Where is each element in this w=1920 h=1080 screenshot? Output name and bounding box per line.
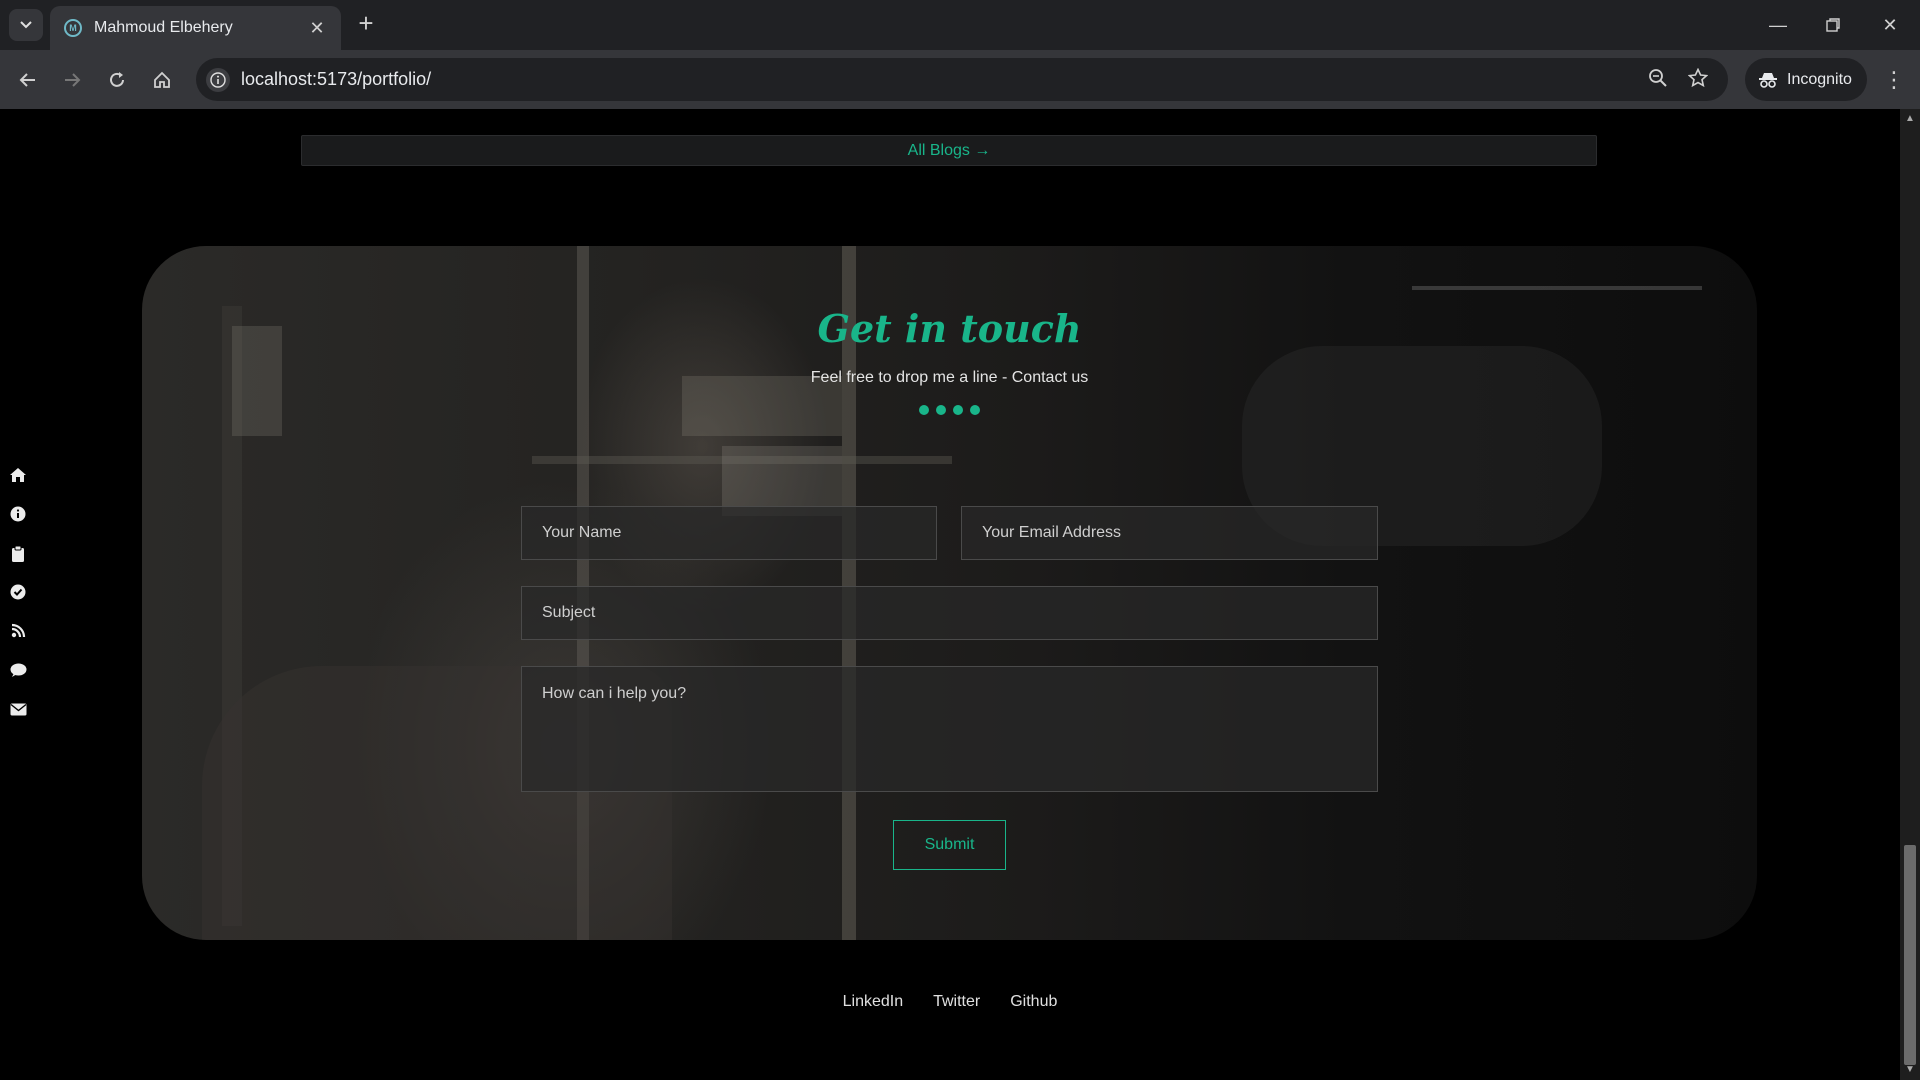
contact-subheading: Feel free to drop me a line - Contact us: [810, 369, 1089, 386]
incognito-indicator[interactable]: Incognito: [1745, 58, 1867, 101]
home-icon[interactable]: [146, 64, 178, 96]
forward-arrow-icon[interactable]: [56, 64, 88, 96]
tab-search-button[interactable]: [9, 9, 43, 41]
email-field[interactable]: Your Email Address: [961, 506, 1378, 560]
twitter-link[interactable]: Twitter: [933, 993, 980, 1011]
bookmark-star-icon[interactable]: [1687, 67, 1709, 93]
incognito-label: Incognito: [1787, 70, 1852, 88]
subject-field[interactable]: Subject: [521, 586, 1378, 640]
linkedin-link[interactable]: LinkedIn: [843, 993, 904, 1011]
submit-button[interactable]: Submit: [893, 820, 1006, 870]
side-navigation: [9, 466, 29, 739]
comment-icon[interactable]: [9, 661, 27, 679]
new-tab-button[interactable]: +: [352, 10, 380, 38]
scroll-up-arrow-icon[interactable]: ▲: [1905, 113, 1915, 124]
check-circle-icon[interactable]: [9, 583, 27, 601]
minimize-icon[interactable]: —: [1756, 8, 1800, 42]
site-info-icon[interactable]: [206, 68, 230, 92]
envelope-icon[interactable]: [9, 700, 27, 718]
reload-icon[interactable]: [101, 64, 133, 96]
zoom-icon[interactable]: [1648, 68, 1668, 93]
dot: [936, 405, 946, 415]
clipboard-icon[interactable]: [9, 544, 27, 562]
page-viewport: All Blogs → Get in touch Feel free to dr…: [0, 109, 1900, 1080]
footer-links: LinkedIn Twitter Github: [0, 993, 1900, 1011]
browser-menu-icon[interactable]: ⋮: [1880, 64, 1908, 96]
browser-toolbar: localhost:5173/portfolio/ Incognito ⋮: [0, 50, 1920, 109]
dot: [919, 405, 929, 415]
dot: [953, 405, 963, 415]
tab-title: Mahmoud Elbehery: [94, 19, 233, 36]
github-link[interactable]: Github: [1010, 993, 1057, 1011]
browser-tab[interactable]: M Mahmoud Elbehery ✕: [50, 6, 341, 50]
contact-content: Get in touch Feel free to drop me a line…: [142, 246, 1757, 940]
url-text[interactable]: localhost:5173/portfolio/: [241, 69, 431, 90]
close-window-icon[interactable]: ✕: [1868, 8, 1912, 42]
contact-heading: Get in touch: [817, 306, 1082, 351]
tab-close-icon[interactable]: ✕: [307, 18, 327, 39]
decorative-dots: [919, 405, 980, 415]
home-icon[interactable]: [9, 466, 27, 484]
back-arrow-icon[interactable]: [12, 64, 44, 96]
dot: [970, 405, 980, 415]
restore-icon[interactable]: [1811, 8, 1855, 42]
message-textarea[interactable]: How can i help you?: [521, 666, 1378, 792]
contact-section: Get in touch Feel free to drop me a line…: [142, 246, 1757, 940]
all-blogs-button[interactable]: All Blogs →: [301, 135, 1597, 166]
blog-icon[interactable]: [9, 622, 27, 640]
browser-tab-bar: M Mahmoud Elbehery ✕ + — ✕: [0, 0, 1920, 50]
incognito-icon: [1759, 72, 1777, 88]
scroll-down-arrow-icon[interactable]: ▼: [1905, 1064, 1915, 1075]
chevron-down-icon: [20, 21, 32, 29]
page-scrollbar[interactable]: ▲ ▼: [1900, 109, 1920, 1080]
address-bar[interactable]: localhost:5173/portfolio/: [196, 58, 1728, 101]
scrollbar-thumb[interactable]: [1904, 845, 1916, 1065]
name-field[interactable]: Your Name: [521, 506, 937, 560]
info-icon[interactable]: [9, 505, 27, 523]
site-favicon-icon: M: [64, 19, 82, 37]
